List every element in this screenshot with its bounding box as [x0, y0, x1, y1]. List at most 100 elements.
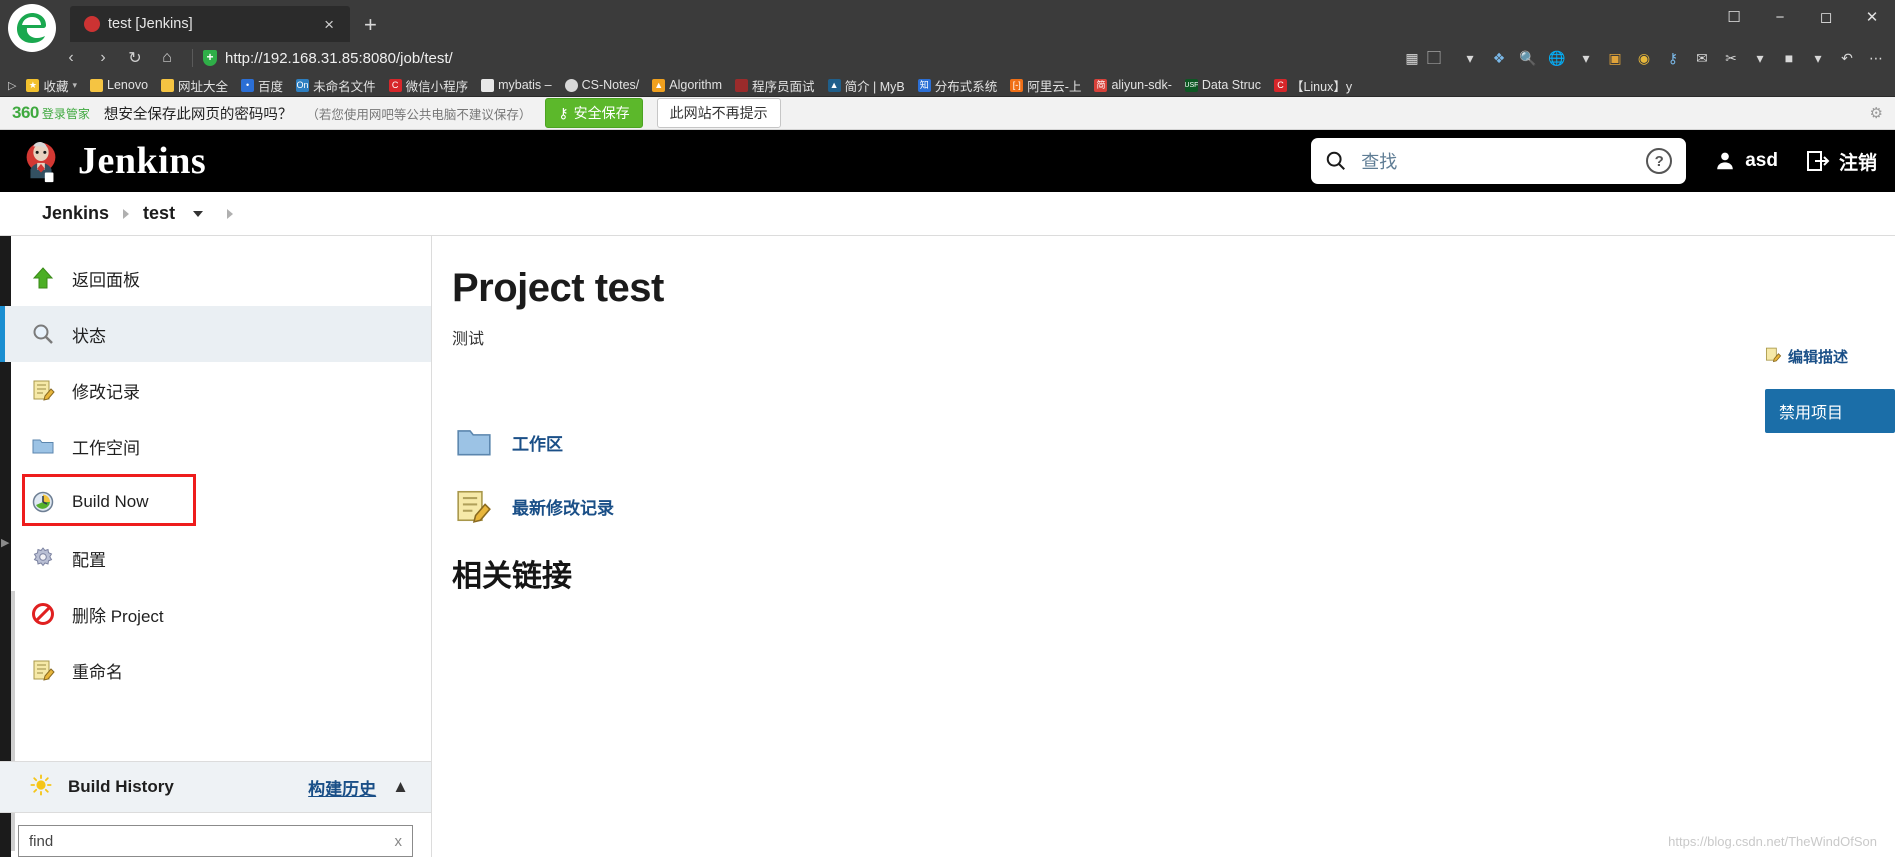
- window-close-icon[interactable]: ✕: [1849, 8, 1895, 26]
- more-icon[interactable]: ⋯: [1863, 45, 1889, 71]
- notepad-icon: [452, 485, 496, 527]
- chevron-down-icon[interactable]: ▾: [72, 80, 77, 91]
- bookmark-item[interactable]: 程序员面试: [730, 75, 820, 96]
- folder-icon: [30, 433, 56, 459]
- bookmark-item[interactable]: ▲ Algorithm: [647, 77, 727, 93]
- clear-icon[interactable]: x: [395, 833, 403, 850]
- address-bar[interactable]: http://192.168.31.85:8080/job/test/: [203, 50, 1397, 67]
- bookmark-item[interactable]: [-] 阿里云-上: [1005, 75, 1086, 96]
- gear-icon[interactable]: ⚙: [1870, 104, 1883, 122]
- bookmark-item[interactable]: USF Data Struc: [1180, 77, 1266, 93]
- chevron-down-icon[interactable]: ▾: [1457, 45, 1483, 71]
- chevron-down-icon[interactable]: ▾: [1747, 45, 1773, 71]
- scissors-icon[interactable]: ✂: [1718, 45, 1744, 71]
- jenkins-logo-icon[interactable]: [18, 138, 64, 184]
- sidebar-item-build-now[interactable]: Build Now: [0, 474, 431, 530]
- disable-project-button[interactable]: 禁用项目: [1765, 389, 1895, 433]
- chevron-down-icon[interactable]: [193, 210, 204, 217]
- undo-icon[interactable]: ↶: [1834, 45, 1860, 71]
- bookmark-item[interactable]: 简 aliyun-sdk-: [1089, 77, 1176, 93]
- bookmark-item[interactable]: On 未命名文件: [291, 75, 381, 96]
- sidebar-item-delete-project[interactable]: 删除 Project: [0, 586, 431, 642]
- never-save-label: 此网站不再提示: [669, 105, 768, 121]
- user-name: asd: [1745, 150, 1778, 171]
- window-maximize-icon[interactable]: ◻: [1803, 8, 1849, 26]
- bookmarks-overflow-icon[interactable]: ▷: [6, 79, 18, 92]
- favorites-icon[interactable]: ❖: [1486, 45, 1512, 71]
- bookmark-item[interactable]: C 【Linux】y: [1269, 75, 1357, 96]
- workspace-link[interactable]: 工作区: [452, 421, 1895, 463]
- sidebar-item-status[interactable]: 状态: [0, 306, 431, 362]
- bookmark-label: Algorithm: [669, 78, 723, 92]
- bookmark-item[interactable]: ★ 收藏 ▾: [21, 75, 82, 96]
- edit-description-button[interactable]: 编辑描述: [1765, 346, 1895, 367]
- search-placeholder: 查找: [1361, 152, 1398, 172]
- url-text: http://192.168.31.85:8080/job/test/: [225, 49, 453, 67]
- chevron-down-icon[interactable]: ▾: [1805, 45, 1831, 71]
- key-icon[interactable]: ⚷: [1660, 45, 1686, 71]
- smiley-icon[interactable]: ◉: [1631, 45, 1657, 71]
- search-icon[interactable]: 🔍: [1515, 45, 1541, 71]
- user-menu[interactable]: asd: [1700, 150, 1792, 172]
- chevron-down-icon[interactable]: ▾: [1573, 45, 1599, 71]
- bookmark-item[interactable]: Lenovo: [85, 77, 153, 93]
- build-history-find-input[interactable]: find x: [18, 825, 413, 857]
- navbar-actions: ▦ ⃞ ▾ ❖ 🔍 🌐 ▾ ▣ ◉ ⚷ ✉ ✂ ▾ ■ ▾ ↶ ⋯: [1399, 45, 1895, 71]
- note-icon[interactable]: ▣: [1602, 45, 1628, 71]
- bookmark-item[interactable]: 网址大全: [156, 75, 233, 96]
- sidebar-item-label: 配置: [72, 550, 106, 570]
- back-icon[interactable]: ‹: [56, 43, 86, 73]
- sidebar-item-rename[interactable]: 重命名: [0, 642, 431, 698]
- bookmark-item[interactable]: 知 分布式系统: [913, 75, 1003, 96]
- puzzle-icon[interactable]: ■: [1776, 45, 1802, 71]
- help-icon[interactable]: ?: [1646, 148, 1673, 174]
- recent-changes-link-label: 最新修改记录: [512, 498, 614, 518]
- baidu-icon: •: [241, 78, 255, 92]
- clock-build-icon: [30, 489, 56, 515]
- search-input[interactable]: 查找 ?: [1311, 138, 1687, 184]
- window-restore-icon[interactable]: ☐: [1711, 8, 1757, 26]
- bookmark-item[interactable]: mybatis –: [476, 77, 557, 93]
- magnifier-icon: [30, 321, 56, 347]
- folder-icon: [161, 78, 175, 92]
- globe-icon[interactable]: 🌐: [1544, 45, 1570, 71]
- sidebar-item-changes[interactable]: 修改记录: [0, 362, 431, 418]
- jenkins-header: Jenkins 查找 ? asd 注销: [0, 130, 1895, 192]
- bookmark-item[interactable]: ▲ 简介 | MyB: [823, 75, 910, 96]
- sidebar-nav: 返回面板 状态 修改记录 工作空间 Build Now 配置 删除 Projec…: [0, 236, 431, 698]
- reader-icon[interactable]: ⃞: [1428, 45, 1454, 71]
- never-save-button[interactable]: 此网站不再提示: [656, 98, 781, 128]
- home-icon[interactable]: ⌂: [152, 43, 182, 73]
- disable-project-label: 禁用项目: [1779, 405, 1844, 422]
- bookmark-item[interactable]: CS-Notes/: [560, 77, 645, 93]
- main-content: Project test 测试 工作区 最新修改记录 相关链接 编辑描述 禁用项…: [432, 236, 1895, 857]
- reload-icon[interactable]: ↻: [120, 43, 150, 73]
- window-minimize-icon[interactable]: −: [1757, 9, 1803, 26]
- sidebar-item-label: 返回面板: [72, 270, 140, 290]
- grid-icon[interactable]: ▦: [1399, 45, 1425, 71]
- logout-button[interactable]: 注销: [1806, 148, 1877, 175]
- forward-icon[interactable]: ›: [88, 43, 118, 73]
- bookmark-item[interactable]: • 百度: [236, 75, 288, 96]
- site-icon: [735, 78, 749, 92]
- related-links-heading: 相关链接: [452, 560, 572, 593]
- bookmark-label: 未命名文件: [313, 79, 376, 94]
- jenkins-title[interactable]: Jenkins: [78, 139, 206, 183]
- browser-tab[interactable]: test [Jenkins] ×: [70, 6, 350, 42]
- breadcrumb-item-jenkins[interactable]: Jenkins: [28, 203, 123, 224]
- sidebar-item-configure[interactable]: 配置: [0, 530, 431, 586]
- chevron-up-icon[interactable]: ▲: [392, 777, 409, 797]
- build-history-link[interactable]: 构建历史: [308, 775, 376, 800]
- bookmark-item[interactable]: C 微信小程序: [384, 75, 474, 96]
- browser-titlebar: test [Jenkins] × + ☐ − ◻ ✕: [0, 0, 1895, 52]
- chat-icon[interactable]: ✉: [1689, 45, 1715, 71]
- breadcrumb-item-test[interactable]: test: [129, 203, 189, 224]
- new-tab-button[interactable]: +: [350, 14, 391, 42]
- sidebar-item-label: 删除 Project: [72, 606, 164, 626]
- build-history-header: Build History 构建历史 ▲: [0, 761, 431, 813]
- sidebar-item-workspace[interactable]: 工作空间: [0, 418, 431, 474]
- sidebar-item-back-to-dashboard[interactable]: 返回面板: [0, 250, 431, 306]
- close-icon[interactable]: ×: [318, 16, 340, 33]
- save-password-button[interactable]: ⚷ 安全保存: [545, 98, 643, 128]
- recent-changes-link[interactable]: 最新修改记录: [452, 485, 1895, 527]
